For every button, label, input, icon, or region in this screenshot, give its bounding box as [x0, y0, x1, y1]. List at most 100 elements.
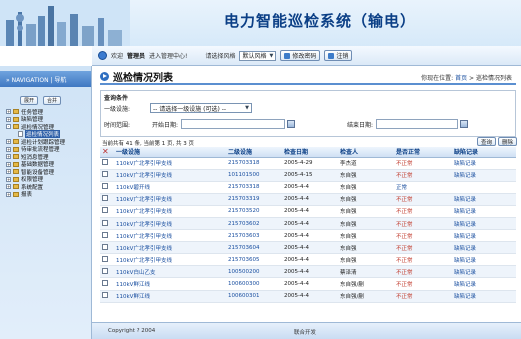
facility-link[interactable]: 110kV广北孝引甲支线 — [114, 241, 226, 255]
facility-link[interactable]: 110kV白山乙支 — [114, 265, 226, 279]
table-row[interactable]: 110kV广北孝引甲支线 101101500 2005-4-15 东自强 不正常 缺陷记录 — [100, 169, 516, 182]
defect-record-link[interactable]: 缺陷记录 — [452, 193, 516, 206]
expand-toggle-icon[interactable]: + — [6, 176, 11, 182]
facility-link[interactable]: 110kV碧开线 — [114, 181, 226, 194]
facility-link[interactable]: 110kV广北孝引甲支线 — [114, 217, 226, 231]
row-checkbox[interactable] — [102, 219, 108, 226]
sub-facility-link[interactable]: 100500200 — [226, 265, 282, 279]
nav-item[interactable]: + 报表 — [6, 191, 91, 198]
defect-record-link[interactable]: 缺陷记录 — [452, 217, 516, 231]
row-checkbox[interactable] — [102, 183, 108, 190]
sub-facility-link[interactable]: 100600301 — [226, 290, 282, 303]
search-button[interactable]: 查询 — [476, 137, 496, 146]
sub-facility-link[interactable]: 215703603 — [226, 229, 282, 243]
start-date-input[interactable] — [181, 119, 286, 129]
row-checkbox[interactable] — [102, 243, 108, 250]
expand-toggle-icon[interactable]: + — [6, 109, 11, 115]
table-row[interactable]: 110kV广北孝引甲支线 215703604 2005-4-4 东自强 不正常 缺陷记录 — [100, 241, 516, 255]
calendar-icon[interactable] — [460, 120, 469, 128]
defect-record-link[interactable]: 缺陷记录 — [452, 290, 516, 303]
table-row[interactable]: 110kV鲜江线 100600300 2005-4-4 东自强/蒯 不正常 缺陷记录 — [100, 277, 516, 291]
sub-facility-link[interactable]: 215703605 — [226, 253, 282, 267]
defect-record-link[interactable]: 缺陷记录 — [452, 169, 516, 182]
row-checkbox[interactable] — [102, 279, 108, 286]
facility-select[interactable]: -- 请选择一级设施 (可选) -- ▼ — [150, 103, 252, 113]
sub-facility-link[interactable]: 215703318 — [226, 157, 282, 170]
row-checkbox[interactable] — [102, 292, 108, 299]
column-header[interactable]: 检查日期 — [282, 147, 338, 158]
change-password-button[interactable]: 修改密码 — [280, 50, 321, 61]
logout-button[interactable]: 注销 — [324, 50, 353, 61]
collapse-toggle-icon[interactable]: - — [6, 124, 11, 130]
nav-item[interactable]: + 权限管理 — [6, 176, 91, 183]
row-checkbox[interactable] — [102, 231, 108, 238]
defect-record-link[interactable] — [452, 181, 516, 194]
sub-facility-link[interactable]: 215703319 — [226, 193, 282, 206]
nav-item[interactable]: + 任务管理 — [6, 108, 91, 116]
row-checkbox[interactable] — [102, 207, 108, 214]
expand-toggle-icon[interactable]: + — [6, 139, 11, 145]
defect-record-link[interactable]: 缺陷记录 — [452, 205, 516, 218]
sub-facility-link[interactable]: 215703604 — [226, 241, 282, 255]
column-header[interactable]: 缺陷记录 — [452, 147, 516, 158]
expand-toggle-icon[interactable]: + — [6, 184, 11, 190]
select-all-icon[interactable]: ✕ — [100, 147, 114, 158]
collapse-all-button[interactable]: 合并 — [43, 96, 62, 105]
facility-link[interactable]: 110kV广北孝引甲支线 — [114, 229, 226, 243]
sub-facility-link[interactable]: 101101500 — [226, 169, 282, 182]
sub-facility-link[interactable]: 215703520 — [226, 205, 282, 218]
expand-toggle-icon[interactable]: + — [6, 154, 11, 160]
facility-link[interactable]: 110kV广北孝引甲支线 — [114, 253, 226, 267]
table-row[interactable]: 110kV广北孝引甲支线 215703602 2005-4-4 东自强 不正常 缺陷记录 — [100, 217, 516, 231]
expand-toggle-icon[interactable]: + — [6, 116, 11, 122]
expand-toggle-icon[interactable]: + — [6, 146, 11, 152]
row-checkbox[interactable] — [102, 267, 108, 274]
table-row[interactable]: 110kV广北孝引甲支线 215703605 2005-4-4 东自强 不正常 缺陷记录 — [100, 253, 516, 267]
column-header[interactable]: 一级设施 — [114, 147, 226, 158]
table-row[interactable]: 110kV广北孝引甲支线 215703603 2005-4-4 东自强 不正常 缺陷记录 — [100, 229, 516, 243]
defect-record-link[interactable]: 缺陷记录 — [452, 241, 516, 255]
sub-facility-link[interactable]: 215703602 — [226, 217, 282, 231]
facility-link[interactable]: 110kV广北孝引甲支线 — [114, 205, 226, 218]
defect-record-link[interactable]: 缺陷记录 — [452, 253, 516, 267]
table-row[interactable]: 110kV广北孝引甲支线 215703319 2005-4-4 东自强 不正常 缺陷记录 — [100, 193, 516, 206]
inspector: 东自强 — [338, 217, 394, 231]
sub-facility-link[interactable]: 100600300 — [226, 277, 282, 291]
column-header[interactable]: 是否正常 — [394, 147, 452, 158]
sub-facility-link[interactable]: 215703318 — [226, 181, 282, 194]
defect-record-link[interactable]: 缺陷记录 — [452, 157, 516, 170]
logout-label: 注销 — [336, 53, 349, 60]
nav-item[interactable]: + 系统配置 — [6, 183, 91, 191]
nav-item[interactable]: + 智能设备管理 — [6, 168, 91, 176]
delete-button[interactable]: 删除 — [497, 137, 517, 146]
style-select[interactable]: 默认风格 ▼ — [239, 50, 277, 61]
expand-toggle-icon[interactable]: + — [6, 191, 11, 197]
expand-toggle-icon[interactable]: + — [6, 169, 11, 175]
row-checkbox[interactable] — [102, 255, 108, 262]
facility-link[interactable]: 110kV广北孝引甲支线 — [114, 169, 226, 182]
column-header[interactable]: 检查人 — [338, 147, 394, 158]
table-row[interactable]: 110kV广北孝引甲支线 215703520 2005-4-4 东自强 不正常 缺陷记录 — [100, 205, 516, 218]
status: 不正常 — [394, 265, 452, 279]
column-header[interactable]: 二级设施 — [226, 147, 282, 158]
breadcrumb-home-link[interactable]: 首页 — [455, 75, 467, 82]
facility-link[interactable]: 110kV鲜江线 — [114, 277, 226, 291]
table-row[interactable]: 110kV鲜江线 100600301 2005-4-4 东自强/蒯 不正常 缺陷记录 — [100, 290, 516, 303]
table-row[interactable]: 110kV碧开线 215703318 2005-4-4 东自强 正常 — [100, 181, 516, 194]
table-row[interactable]: 110kV广北孝引甲支线 215703318 2005-4-29 李杰道 不正常 缺陷记录 — [100, 157, 516, 170]
expand-all-button[interactable]: 展开 — [20, 96, 39, 105]
calendar-icon[interactable] — [287, 120, 296, 128]
expand-toggle-icon[interactable]: + — [6, 161, 11, 167]
facility-link[interactable]: 110kV广北孝引甲支线 — [114, 157, 226, 170]
defect-record-link[interactable]: 缺陷记录 — [452, 229, 516, 243]
row-checkbox[interactable] — [102, 159, 108, 166]
facility-link[interactable]: 110kV广北孝引甲支线 — [114, 193, 226, 206]
row-checkbox[interactable] — [102, 195, 108, 202]
inspector: 东自强 — [338, 241, 394, 255]
table-row[interactable]: 110kV白山乙支 100500200 2005-4-4 蔡泽清 不正常 缺陷记录 — [100, 265, 516, 279]
facility-link[interactable]: 110kV鲜江线 — [114, 290, 226, 303]
defect-record-link[interactable]: 缺陷记录 — [452, 277, 516, 291]
end-date-input[interactable] — [376, 119, 459, 129]
row-checkbox[interactable] — [102, 171, 108, 178]
defect-record-link[interactable]: 缺陷记录 — [452, 265, 516, 279]
